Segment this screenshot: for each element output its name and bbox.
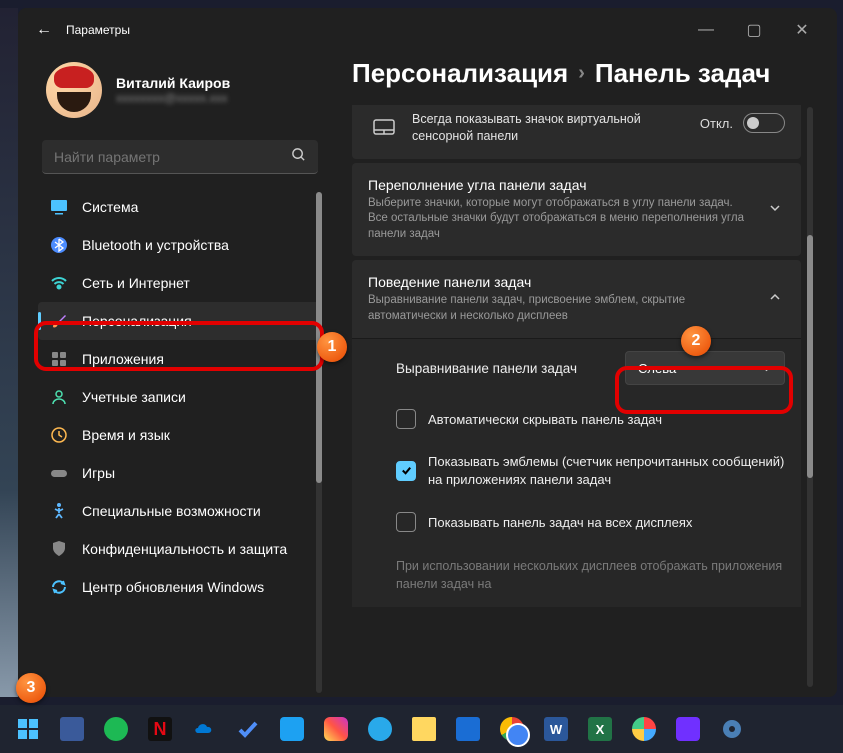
breadcrumb-parent[interactable]: Персонализация [352, 58, 568, 89]
brush-icon [50, 312, 68, 330]
explorer-icon[interactable] [404, 709, 444, 749]
wifi-icon [50, 274, 68, 292]
spotify-icon[interactable] [96, 709, 136, 749]
twitter-icon[interactable] [272, 709, 312, 749]
shield-icon [50, 540, 68, 558]
system-icon [50, 198, 68, 216]
alignment-dropdown[interactable]: Слева [625, 351, 785, 385]
checkbox-autohide[interactable] [396, 409, 416, 429]
accessibility-icon [50, 502, 68, 520]
row-badges[interactable]: Показывать эмблемы (счетчик непрочитанны… [352, 441, 801, 500]
sidebar-item-apps[interactable]: Приложения [38, 340, 322, 378]
row-autohide[interactable]: Автоматически скрывать панель задач [352, 397, 801, 441]
breadcrumb: Персонализация › Панель задач [352, 58, 813, 89]
search-input[interactable] [54, 149, 291, 165]
back-button[interactable]: ← [30, 16, 58, 44]
expander-behavior-header[interactable]: Поведение панели задач Выравнивание пане… [352, 260, 801, 338]
annotation-badge-3: 3 [16, 673, 46, 703]
word-icon[interactable]: W [536, 709, 576, 749]
checkbox-alldisplays[interactable] [396, 512, 416, 532]
close-button[interactable]: ✕ [779, 14, 825, 46]
sidebar-item-gaming[interactable]: Игры [38, 454, 322, 492]
checkbox-badges[interactable] [396, 461, 416, 481]
window-title: Параметры [66, 23, 130, 37]
settings-window: ← Параметры — ▢ ✕ Виталий Каиров xxxxxxx… [18, 8, 837, 697]
titlebar: ← Параметры — ▢ ✕ [18, 8, 837, 52]
content-area: Персонализация › Панель задач Всегда пок… [330, 52, 837, 697]
taskbar[interactable]: N W X [0, 705, 843, 753]
row-multimon: При использовании нескольких дисплеев от… [352, 544, 801, 607]
todo-icon[interactable] [228, 709, 268, 749]
search-box[interactable] [42, 140, 318, 174]
search-icon [291, 147, 306, 167]
gamepad-icon [50, 464, 68, 482]
sidebar-item-accessibility[interactable]: Специальные возможности [38, 492, 322, 530]
annotation-badge-1: 1 [317, 332, 347, 362]
instagram-icon[interactable] [316, 709, 356, 749]
store-icon[interactable] [448, 709, 488, 749]
expander-behavior: Поведение панели задач Выравнивание пане… [352, 260, 801, 607]
chevron-right-icon: › [578, 62, 585, 85]
sidebar-item-privacy[interactable]: Конфиденциальность и защита [38, 530, 322, 568]
start-button[interactable] [8, 709, 48, 749]
row-alignment: Выравнивание панели задач Слева [352, 339, 801, 397]
expander-overflow[interactable]: Переполнение угла панели задач Выберите … [352, 163, 801, 257]
calculator-icon[interactable] [52, 709, 92, 749]
avatar [46, 62, 102, 118]
sidebar-item-update[interactable]: Центр обновления Windows [38, 568, 322, 606]
setting-touchpad-icon[interactable]: Всегда показывать значок виртуальной сен… [352, 105, 801, 159]
bluetooth-icon [50, 236, 68, 254]
app-icon-2[interactable] [668, 709, 708, 749]
user-icon [50, 388, 68, 406]
sidebar-item-bluetooth[interactable]: Bluetooth и устройства [38, 226, 322, 264]
toggle-state: Откл. [700, 116, 733, 131]
onedrive-icon[interactable] [184, 709, 224, 749]
toggle-switch[interactable] [743, 113, 785, 133]
sidebar-item-time[interactable]: Время и язык [38, 416, 322, 454]
touchpad-icon [368, 115, 400, 141]
sidebar-item-accounts[interactable]: Учетные записи [38, 378, 322, 416]
clock-icon [50, 426, 68, 444]
sidebar-item-personalization[interactable]: Персонализация [38, 302, 322, 340]
row-alldisplays[interactable]: Показывать панель задач на всех дисплеях [352, 500, 801, 544]
apps-icon [50, 350, 68, 368]
maximize-button[interactable]: ▢ [731, 14, 777, 46]
settings-icon[interactable] [712, 709, 752, 749]
chrome-icon[interactable] [492, 709, 532, 749]
sidebar-item-system[interactable]: Система [38, 188, 322, 226]
app-icon[interactable] [624, 709, 664, 749]
user-block[interactable]: Виталий Каиров xxxxxxxx@xxxxx.xxx [38, 52, 322, 136]
telegram-icon[interactable] [360, 709, 400, 749]
breadcrumb-current: Панель задач [595, 58, 771, 89]
desktop-wallpaper-strip [0, 8, 18, 697]
user-email: xxxxxxxx@xxxxx.xxx [116, 91, 230, 105]
chevron-down-icon [765, 201, 785, 219]
sidebar-scrollbar[interactable] [316, 192, 322, 693]
nav-list: Система Bluetooth и устройства Сеть и Ин… [38, 188, 322, 606]
content-scrollbar[interactable] [807, 107, 813, 687]
sidebar-item-network[interactable]: Сеть и Интернет [38, 264, 322, 302]
user-name: Виталий Каиров [116, 75, 230, 91]
sidebar: Виталий Каиров xxxxxxxx@xxxxx.xxx Систем… [18, 52, 330, 697]
netflix-icon[interactable]: N [140, 709, 180, 749]
minimize-button[interactable]: — [683, 14, 729, 46]
annotation-badge-2: 2 [681, 326, 711, 356]
excel-icon[interactable]: X [580, 709, 620, 749]
update-icon [50, 578, 68, 596]
chevron-up-icon [765, 290, 785, 308]
chevron-down-icon [761, 363, 772, 374]
